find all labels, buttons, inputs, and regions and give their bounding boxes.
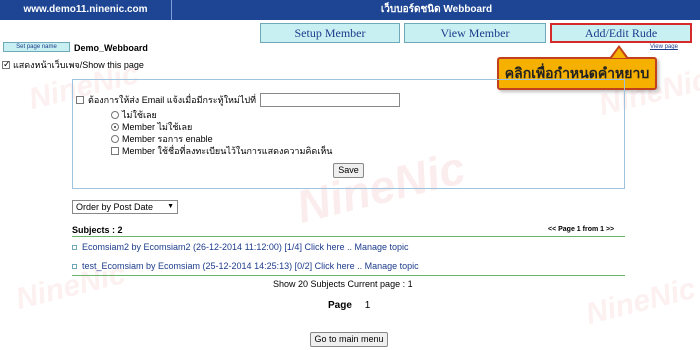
option-no-use-radio[interactable] — [111, 111, 119, 119]
bullet-icon — [72, 263, 77, 269]
header-bar: www.demo11.ninenic.com เว็บบอร์ดชนิด Web… — [0, 0, 700, 20]
option-label: Member ใช้ชื่อที่ลงทะเบียนไว้ในการแสดงคว… — [122, 146, 333, 156]
add-edit-rude-button[interactable]: Add/Edit Rude — [550, 23, 692, 43]
board-name: Demo_Webboard — [74, 43, 148, 53]
page-number[interactable]: 1 — [365, 300, 371, 311]
save-button[interactable]: Save — [333, 163, 364, 178]
list-item[interactable]: test_Ecomsiam by Ecomsiam (25-12-2014 14… — [72, 261, 419, 271]
email-notify-checkbox[interactable] — [76, 96, 84, 104]
page-title: เว็บบอร์ดชนิด Webboard — [380, 4, 493, 15]
notification-settings-panel: ต้องการให้ส่ง Email แจ้งเมื่อมีกระทู้ใหม… — [72, 79, 625, 189]
subjects-count: Subjects : 2 — [72, 225, 123, 235]
view-member-button[interactable]: View Member — [404, 23, 546, 43]
tooltip-arrow-fill — [612, 48, 626, 58]
email-notify-row: ต้องการให้ส่ง Email แจ้งเมื่อมีกระทู้ใหม… — [76, 93, 400, 107]
topic-link[interactable]: Ecomsiam2 by Ecomsiam2 (26-12-2014 11:12… — [82, 242, 409, 252]
order-select[interactable]: Order by Post Date ▼ — [72, 200, 178, 214]
topic-link[interactable]: test_Ecomsiam by Ecomsiam (25-12-2014 14… — [82, 261, 419, 271]
view-page-link[interactable]: View page — [650, 44, 678, 50]
pager[interactable]: << Page 1 from 1 >> — [548, 226, 614, 233]
divider — [72, 236, 625, 237]
site-url: www.demo11.ninenic.com — [0, 0, 172, 20]
go-to-main-menu-button[interactable]: Go to main menu — [310, 332, 388, 347]
order-select-value: Order by Post Date — [76, 202, 154, 212]
divider — [72, 275, 625, 276]
option-member-wait-enable-radio[interactable] — [111, 135, 119, 143]
email-field[interactable] — [260, 93, 400, 107]
page-label: Page — [328, 300, 352, 311]
list-item[interactable]: Ecomsiam2 by Ecomsiam2 (26-12-2014 11:12… — [72, 242, 409, 252]
show-page-row: แสดงหน้าเว็บเพจ/Show this page — [2, 58, 144, 72]
show-page-checkbox[interactable] — [2, 59, 11, 70]
email-notify-label: ต้องการให้ส่ง Email แจ้งเมื่อมีกระทู้ใหม… — [88, 95, 256, 105]
option-member-no-use-radio[interactable] — [111, 123, 119, 131]
dropdown-arrow-icon: ▼ — [167, 203, 174, 210]
option-member-registered-name-checkbox[interactable] — [111, 147, 119, 155]
show-page-label: แสดงหน้าเว็บเพจ/Show this page — [13, 60, 144, 70]
show-count-text: Show 20 Subjects Current page : 1 — [273, 279, 413, 289]
set-page-name-button[interactable]: Set page name — [3, 42, 70, 52]
watermark-logo: NineNic — [582, 271, 699, 332]
bullet-icon — [72, 244, 77, 250]
page-indicator: Page 1 — [328, 300, 370, 311]
setup-member-button[interactable]: Setup Member — [260, 23, 400, 43]
option-member-registered-name[interactable]: Member ใช้ชื่อที่ลงทะเบียนไว้ในการแสดงคว… — [111, 144, 332, 158]
